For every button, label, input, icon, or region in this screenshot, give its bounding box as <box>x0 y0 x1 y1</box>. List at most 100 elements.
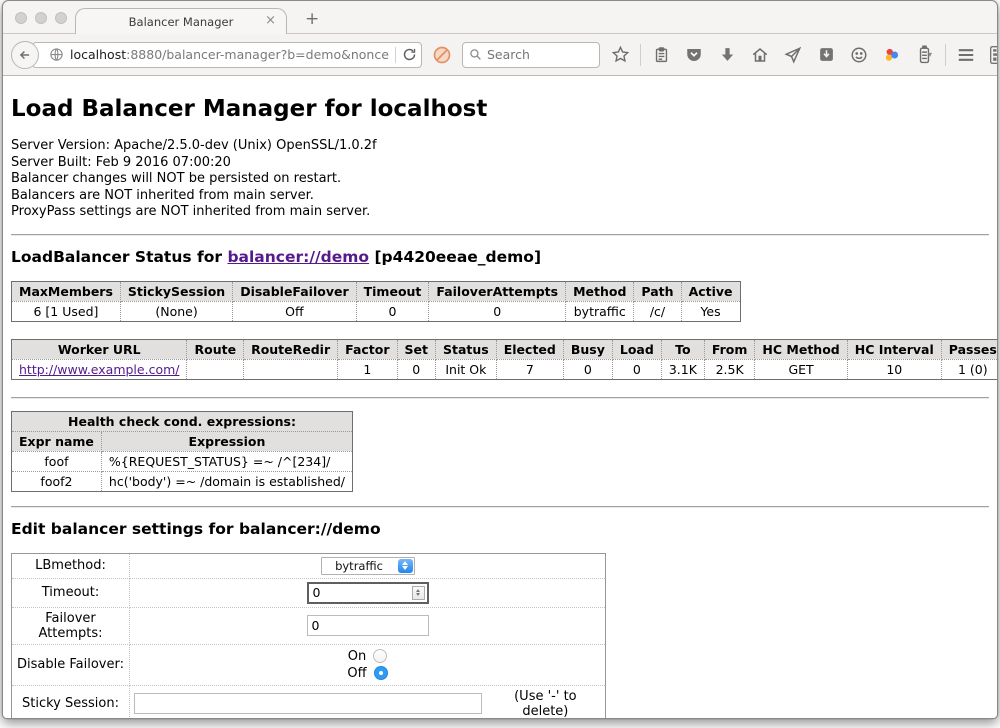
home-button[interactable] <box>747 42 773 68</box>
col-status: Status <box>436 339 497 359</box>
browser-window: Balancer Manager × + localhost:8880/bala… <box>2 0 998 719</box>
table-header-row: Worker URL Route RouteRedir Factor Set S… <box>12 339 998 359</box>
pocket-button[interactable] <box>681 42 707 68</box>
navigation-toolbar: localhost:8880/balancer-manager?b=demo&n… <box>3 34 997 76</box>
cell-path: /c/ <box>634 301 681 321</box>
cell-active: Yes <box>681 301 740 321</box>
col-busy: Busy <box>563 339 612 359</box>
balancer-status-table: MaxMembers StickySession DisableFailover… <box>11 281 741 322</box>
tab-close-icon[interactable]: × <box>265 13 276 28</box>
col-set: Set <box>397 339 435 359</box>
extension-import-button[interactable] <box>813 42 839 68</box>
number-spinner-icon[interactable] <box>412 586 425 600</box>
menu-icon <box>956 47 976 63</box>
col-stickysession: StickySession <box>120 281 232 301</box>
reading-list-button[interactable] <box>648 42 674 68</box>
lbmethod-selected-value: bytraffic <box>322 559 397 573</box>
col-active: Active <box>681 281 740 301</box>
table-title-row: Health check cond. expressions: <box>12 411 353 431</box>
col-hc-interval: HC Interval <box>847 339 941 359</box>
worker-url-link[interactable]: http://www.example.com/ <box>19 362 179 377</box>
zoom-window-button[interactable] <box>55 12 67 24</box>
edit-balancer-heading: Edit balancer settings for balancer://de… <box>11 520 989 538</box>
url-bar[interactable]: localhost:8880/balancer-manager?b=demo&n… <box>32 42 422 68</box>
screenshot-grid-button[interactable] <box>986 42 998 68</box>
form-row-failover-attempts: Failover Attempts: <box>12 607 606 644</box>
menu-button[interactable] <box>953 42 979 68</box>
search-bar[interactable] <box>462 42 600 68</box>
toolbar-divider-2 <box>945 44 946 66</box>
table-header-row: MaxMembers StickySession DisableFailover… <box>12 281 741 301</box>
cell-disablefailover: Off <box>233 301 356 321</box>
colors-extension-button[interactable] <box>879 42 905 68</box>
timeout-input[interactable] <box>313 585 412 600</box>
chat-icon <box>850 46 868 64</box>
minimize-window-button[interactable] <box>35 12 47 24</box>
search-input[interactable] <box>487 47 587 62</box>
cell-set: 0 <box>397 359 435 379</box>
col-factor: Factor <box>338 339 397 359</box>
search-icon <box>469 48 482 61</box>
reload-icon[interactable] <box>402 47 417 62</box>
content-blocker-button[interactable] <box>429 42 455 68</box>
form-row-sticky-session: Sticky Session: (Use '-' to delete) <box>12 685 606 719</box>
col-failoverattempts: FailoverAttempts <box>429 281 566 301</box>
col-method: Method <box>566 281 634 301</box>
cell-expression: %{REQUEST_STATUS} =~ /^[234]/ <box>101 451 352 471</box>
cell-from: 2.5K <box>704 359 755 379</box>
block-icon <box>432 45 452 65</box>
table-row: 6 [1 Used] (None) Off 0 0 bytraffic /c/ … <box>12 301 741 321</box>
cell-to: 3.1K <box>661 359 704 379</box>
divider <box>11 234 989 236</box>
cell-maxmembers: 6 [1 Used] <box>12 301 121 321</box>
cell-status: Init Ok <box>436 359 497 379</box>
status-heading-prefix: LoadBalancer Status for <box>11 248 227 266</box>
balancer-demo-link[interactable]: balancer://demo <box>227 248 369 266</box>
url-path: :8880/balancer-manager?b=demo&nonce=decc… <box>126 47 389 62</box>
cell-route <box>187 359 244 379</box>
url-text[interactable]: localhost:8880/balancer-manager?b=demo&n… <box>70 47 389 62</box>
globe-icon <box>49 47 64 62</box>
cell-expr-name: foof <box>12 451 102 471</box>
battery-extension-button[interactable]: ▾ <box>912 42 938 68</box>
form-row-timeout: Timeout: <box>12 578 606 607</box>
close-window-button[interactable] <box>15 12 27 24</box>
timeout-input-wrap <box>307 582 429 604</box>
health-check-table: Health check cond. expressions: Expr nam… <box>11 411 353 492</box>
persist-notice: Balancer changes will NOT be persisted o… <box>11 171 989 188</box>
new-tab-button[interactable]: + <box>305 9 319 29</box>
status-heading-suffix: [p4420eeae_demo] <box>369 248 541 266</box>
col-timeout: Timeout <box>356 281 429 301</box>
disable-failover-off-radio[interactable] <box>374 666 388 680</box>
table-row: http://www.example.com/ 1 0 Init Ok 7 0 … <box>12 359 998 379</box>
window-controls[interactable] <box>15 12 67 24</box>
chat-button[interactable] <box>846 42 872 68</box>
col-elected: Elected <box>496 339 563 359</box>
table-row: foof %{REQUEST_STATUS} =~ /^[234]/ <box>12 451 353 471</box>
lbmethod-label: LBmethod: <box>12 553 130 578</box>
tab-balancer-manager[interactable]: Balancer Manager × <box>75 8 287 34</box>
tab-title: Balancer Manager <box>129 15 234 29</box>
bookmark-star-button[interactable] <box>607 42 633 68</box>
col-path: Path <box>634 281 681 301</box>
cell-load: 0 <box>612 359 661 379</box>
cell-stickysession: (None) <box>120 301 232 321</box>
divider <box>11 397 989 399</box>
col-to: To <box>661 339 704 359</box>
failover-attempts-input[interactable] <box>307 615 429 636</box>
cell-timeout: 0 <box>356 301 429 321</box>
sticky-session-input[interactable] <box>134 693 482 714</box>
select-stepper-icon <box>398 559 413 573</box>
back-button[interactable] <box>11 41 39 69</box>
sticky-session-label: Sticky Session: <box>12 685 130 719</box>
col-passes: Passes <box>941 339 997 359</box>
server-version: Server Version: Apache/2.5.0-dev (Unix) … <box>11 138 989 155</box>
disable-failover-on-radio[interactable] <box>373 649 387 663</box>
table-header-row: Expr name Expression <box>12 431 353 451</box>
lbmethod-select[interactable]: bytraffic <box>321 557 415 575</box>
send-tab-button[interactable] <box>780 42 806 68</box>
import-icon <box>818 46 835 63</box>
downloads-button[interactable] <box>714 42 740 68</box>
radio-off-label: Off <box>347 665 366 682</box>
clipboard-icon <box>653 46 670 64</box>
